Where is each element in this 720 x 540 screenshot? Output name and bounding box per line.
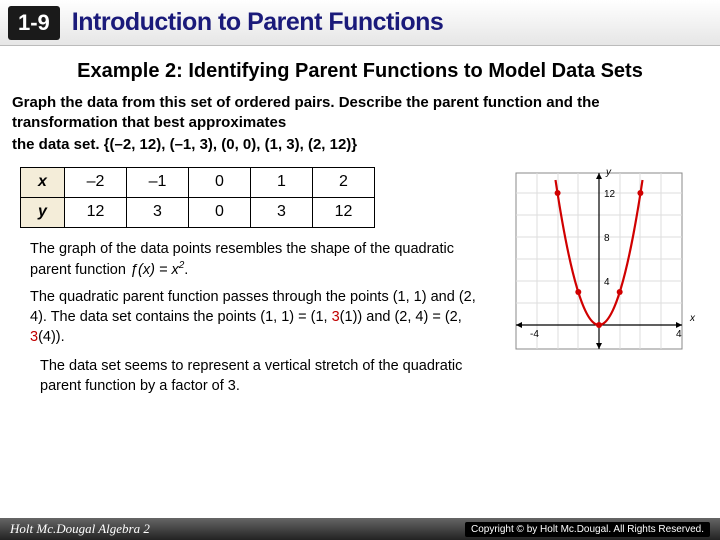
svg-text:y: y [605,167,612,178]
parabola-graph: x y -4 4 4 8 12 [494,165,704,375]
paragraph-1: The graph of the data points resembles t… [30,240,486,281]
set-lead: the data set. [12,136,100,153]
svg-text:12: 12 [604,189,616,200]
lesson-badge: 1-9 [8,6,60,40]
svg-text:x: x [689,313,696,324]
cell: 2 [313,167,375,197]
fx-expr: ƒ(x) = x2 [130,262,184,278]
slide-title: Introduction to Parent Functions [72,8,443,37]
svg-text:-4: -4 [530,329,539,340]
p2-b: (1)) and (2, 4) = (2, [340,309,462,325]
table-row: y 12 3 0 3 12 [21,197,375,227]
cell: –2 [65,167,127,197]
instruction-text: Graph the data from this set of ordered … [12,93,708,134]
cell: 12 [65,197,127,227]
example-title: Example 2: Identifying Parent Functions … [20,60,700,83]
slide-header: 1-9 Introduction to Parent Functions [0,0,720,46]
cell: 1 [251,167,313,197]
red-3b: 3 [30,329,38,345]
paragraph-2: The quadratic parent function passes thr… [30,288,486,347]
cell: 12 [313,197,375,227]
cell: –1 [127,167,189,197]
data-table: x –2 –1 0 1 2 y 12 3 0 3 12 [20,167,375,228]
svg-text:8: 8 [604,233,610,244]
footer-left: Holt Mc.Dougal Algebra 2 [10,521,150,537]
data-set-line: the data set. {(–2, 12), (–1, 3), (0, 0)… [12,136,708,153]
x-header: x [21,167,65,197]
cell: 0 [189,197,251,227]
svg-text:4: 4 [676,329,682,340]
conclusion-text: The data set seems to represent a vertic… [40,357,486,396]
set-points: {(–2, 12), (–1, 3), (0, 0), (1, 3), (2, … [104,136,357,153]
slide-footer: Holt Mc.Dougal Algebra 2 Copyright © by … [0,518,720,540]
cell: 3 [251,197,313,227]
red-3a: 3 [332,309,340,325]
p2-c: (4)). [38,329,65,345]
table-row: x –2 –1 0 1 2 [21,167,375,197]
footer-right: Copyright © by Holt Mc.Dougal. All Right… [465,522,710,537]
p1-end: . [184,262,188,278]
p1-a: The graph of the data points resembles t… [30,241,454,278]
cell: 0 [189,167,251,197]
y-header: y [21,197,65,227]
svg-text:4: 4 [604,277,610,288]
cell: 3 [127,197,189,227]
